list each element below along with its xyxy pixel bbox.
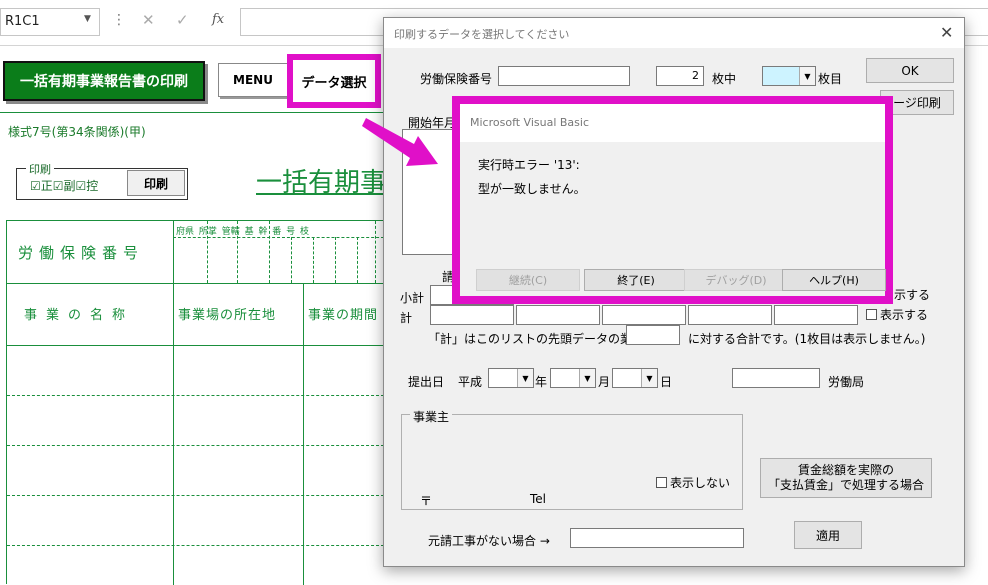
- total-label: 計: [400, 311, 413, 325]
- close-icon[interactable]: ✕: [940, 23, 953, 42]
- error-message-text: 型が一致しません。: [478, 182, 586, 196]
- submit-date-label: 提出日: [408, 375, 445, 389]
- pointer-arrow-icon: [362, 118, 438, 166]
- chevron-down-icon[interactable]: ▼: [641, 369, 657, 387]
- actual-wage-button-line1: 賃金総額を実際の: [797, 463, 894, 477]
- no-prime-contract-label: 元請工事がない場合 →: [428, 534, 550, 548]
- industry-number-field[interactable]: [626, 325, 680, 345]
- grid-label-business-name: 事業の名称: [24, 308, 135, 323]
- error-dialog-titlebar: Microsoft Visual Basic: [460, 104, 885, 142]
- print-button[interactable]: 印刷: [127, 170, 185, 196]
- no-prime-contract-input[interactable]: [570, 528, 744, 548]
- error-code-text: 実行時エラー '13':: [478, 158, 580, 172]
- total-field-2: [516, 305, 600, 325]
- year-label: 年: [535, 375, 548, 389]
- labour-bureau-label: 労働局: [828, 375, 865, 389]
- total-field-5: [774, 305, 858, 325]
- insurance-number-label: 労働保険番号: [420, 72, 493, 86]
- postal-mark: 〒: [420, 494, 433, 508]
- show-total-checkbox[interactable]: 表示する: [866, 306, 928, 323]
- print-copy-checkboxes[interactable]: ☑正☑副☑控: [30, 177, 98, 194]
- menu-button[interactable]: MENU: [218, 63, 288, 97]
- data-select-button[interactable]: データ選択: [287, 54, 381, 108]
- month-label: 月: [598, 375, 611, 389]
- day-label: 日: [660, 375, 673, 389]
- grid-number-headers: 府県 所掌 管轄 基 幹 番 号 枝: [176, 227, 310, 237]
- actual-wage-button[interactable]: 賃金総額を実際の 「支払賃金」で処理する場合: [760, 458, 932, 498]
- labour-bureau-input[interactable]: [732, 368, 820, 388]
- error-dialog-title: Microsoft Visual Basic: [470, 116, 590, 129]
- form-number-label: 様式7号(第34条関係)(甲): [8, 125, 146, 139]
- hide-employer-label: 表示しない: [670, 476, 731, 490]
- print-group-title: 印刷: [26, 161, 54, 177]
- continue-button: 継続(C): [476, 269, 580, 291]
- hide-employer-checkbox[interactable]: 表示しない: [656, 474, 730, 491]
- help-button[interactable]: ヘルプ(H): [782, 269, 886, 291]
- apply-button[interactable]: 適用: [794, 521, 862, 549]
- sheet-count-label: 枚中: [712, 72, 737, 86]
- insert-function-icon[interactable]: fx: [212, 12, 224, 27]
- chevron-down-icon[interactable]: ▼: [517, 369, 533, 387]
- day-select[interactable]: ▼: [612, 368, 658, 388]
- year-select[interactable]: ▼: [488, 368, 534, 388]
- report-grid: [6, 220, 389, 585]
- chevron-down-icon[interactable]: ▼: [579, 369, 595, 387]
- enter-check-icon[interactable]: ✓: [176, 11, 189, 29]
- more-options-icon: ⋮: [112, 12, 126, 28]
- show-total-label: 表示する: [880, 308, 929, 322]
- name-box-dropdown-icon[interactable]: ▼: [84, 14, 91, 24]
- month-select[interactable]: ▼: [550, 368, 596, 388]
- insurance-number-input[interactable]: [498, 66, 630, 86]
- batch-report-print-button[interactable]: 一括有期事業報告書の印刷: [3, 61, 205, 101]
- employer-group-title: 事業主: [410, 408, 453, 425]
- dialog-titlebar: 印刷するデータを選択してください ✕: [384, 18, 964, 48]
- sheet-index-select[interactable]: ▼: [762, 66, 816, 86]
- total-field-3: [602, 305, 686, 325]
- show-subtotal-label: 示する: [894, 288, 931, 302]
- grid-label-location: 事業場の所在地: [178, 308, 277, 323]
- total-field-4: [688, 305, 772, 325]
- header-rule: [0, 112, 385, 113]
- era-label: 平成: [458, 375, 483, 389]
- grid-label-insurance-number: 労働保険番号: [18, 244, 145, 262]
- chevron-down-icon[interactable]: ▼: [799, 67, 815, 85]
- actual-wage-button-line2: 「支払賃金」で処理する場合: [767, 478, 924, 492]
- total-field-1: [430, 305, 514, 325]
- sheet-count-field: 2: [656, 66, 704, 86]
- grid-label-period: 事業の期間: [308, 308, 379, 323]
- subtotal-label: 小計: [400, 291, 425, 305]
- sheet-index-label: 枚目: [818, 72, 843, 86]
- debug-button: デバッグ(D): [684, 269, 788, 291]
- end-button[interactable]: 終了(E): [584, 269, 688, 291]
- dialog-title: 印刷するデータを選択してください: [394, 28, 570, 41]
- tel-label: Tel: [530, 492, 547, 506]
- total-note-suffix: に対する合計です。(1枚目は表示しません。): [688, 332, 926, 346]
- employer-group: [401, 414, 743, 510]
- cancel-icon[interactable]: ✕: [142, 11, 155, 29]
- runtime-error-dialog: Microsoft Visual Basic 実行時エラー '13': 型が一致…: [452, 96, 893, 304]
- ok-button[interactable]: OK: [866, 58, 954, 83]
